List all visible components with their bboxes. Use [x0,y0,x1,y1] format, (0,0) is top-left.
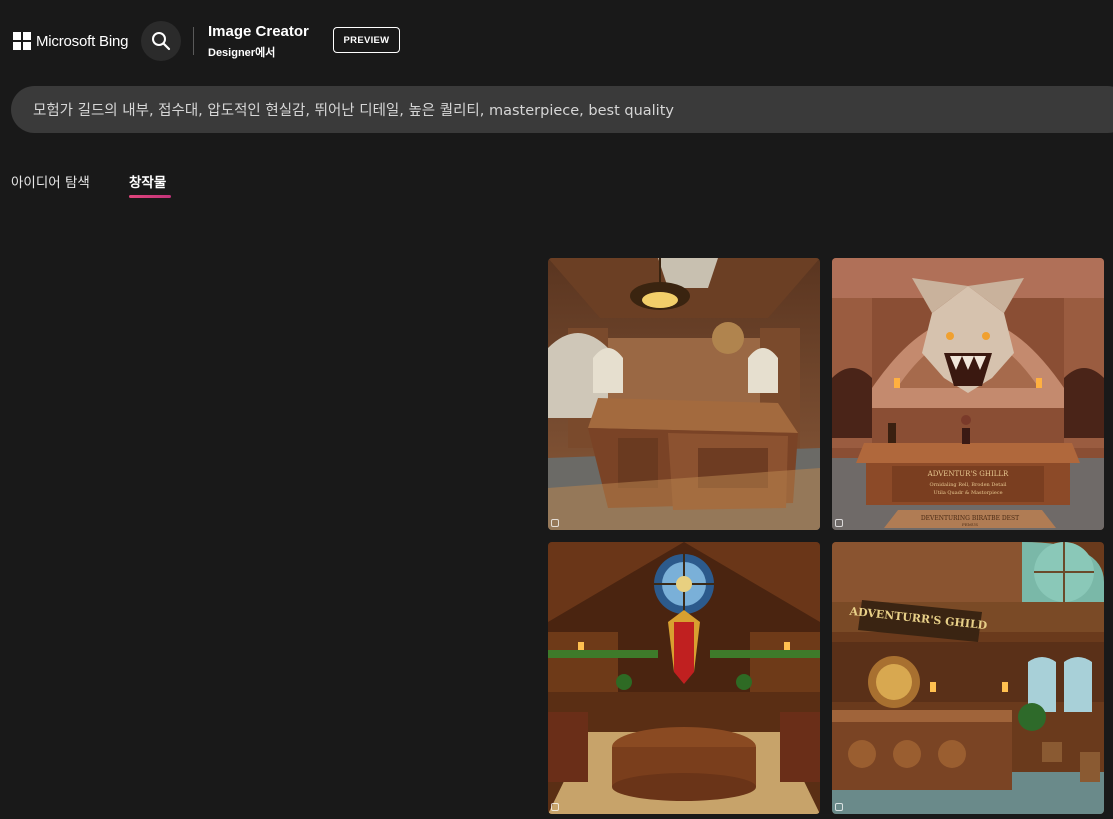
sign-line-3: Utila Quadr & Mastorpiece [933,490,1002,496]
sign-line-1: ADVENTUR'S GHILLR [927,470,1009,478]
generated-image-4[interactable]: ADVENTURR'S GHILD [832,542,1104,814]
brand-name: Microsoft Bing [36,32,129,50]
app-title[interactable]: Image Creator [208,23,309,40]
search-icon [152,32,171,51]
generated-image-2[interactable]: ADVENTUR'S GHILLR Ornidaling Rell, Brode… [832,258,1104,530]
microsoft-logo-icon [13,32,31,50]
prompt-input[interactable]: 모험가 길드의 내부, 접수대, 압도적인 현실감, 뛰어난 디테일, 높은 퀄… [11,86,1113,133]
mat-line-2: FEMUS [962,522,978,527]
image-creator-page: Microsoft Bing Image Creator Designer에서 … [0,0,1113,819]
mat-line-1: DEVENTURING BIRATBE DEST [921,515,1019,522]
app-subtitle: Designer에서 [208,47,276,59]
generated-image-1[interactable] [548,258,820,530]
generated-image-3[interactable] [548,542,820,814]
prompt-text: 모험가 길드의 내부, 접수대, 압도적인 현실감, 뛰어난 디테일, 높은 퀄… [33,103,674,119]
tab-explore-ideas[interactable]: 아이디어 탐색 [11,171,90,191]
sign-line-2: Ornidaling Rell, Broden Detail [930,482,1007,488]
search-button[interactable] [141,21,181,61]
image-corner-icon [551,803,559,811]
tab-creations[interactable]: 창작물 [129,171,166,191]
header-divider [193,27,194,55]
image-corner-icon [835,803,843,811]
microsoft-bing-logo[interactable]: Microsoft Bing [13,30,128,52]
image-corner-icon [835,519,843,527]
preview-badge: PREVIEW [333,27,400,53]
active-tab-indicator [129,195,171,198]
image-corner-icon [551,519,559,527]
